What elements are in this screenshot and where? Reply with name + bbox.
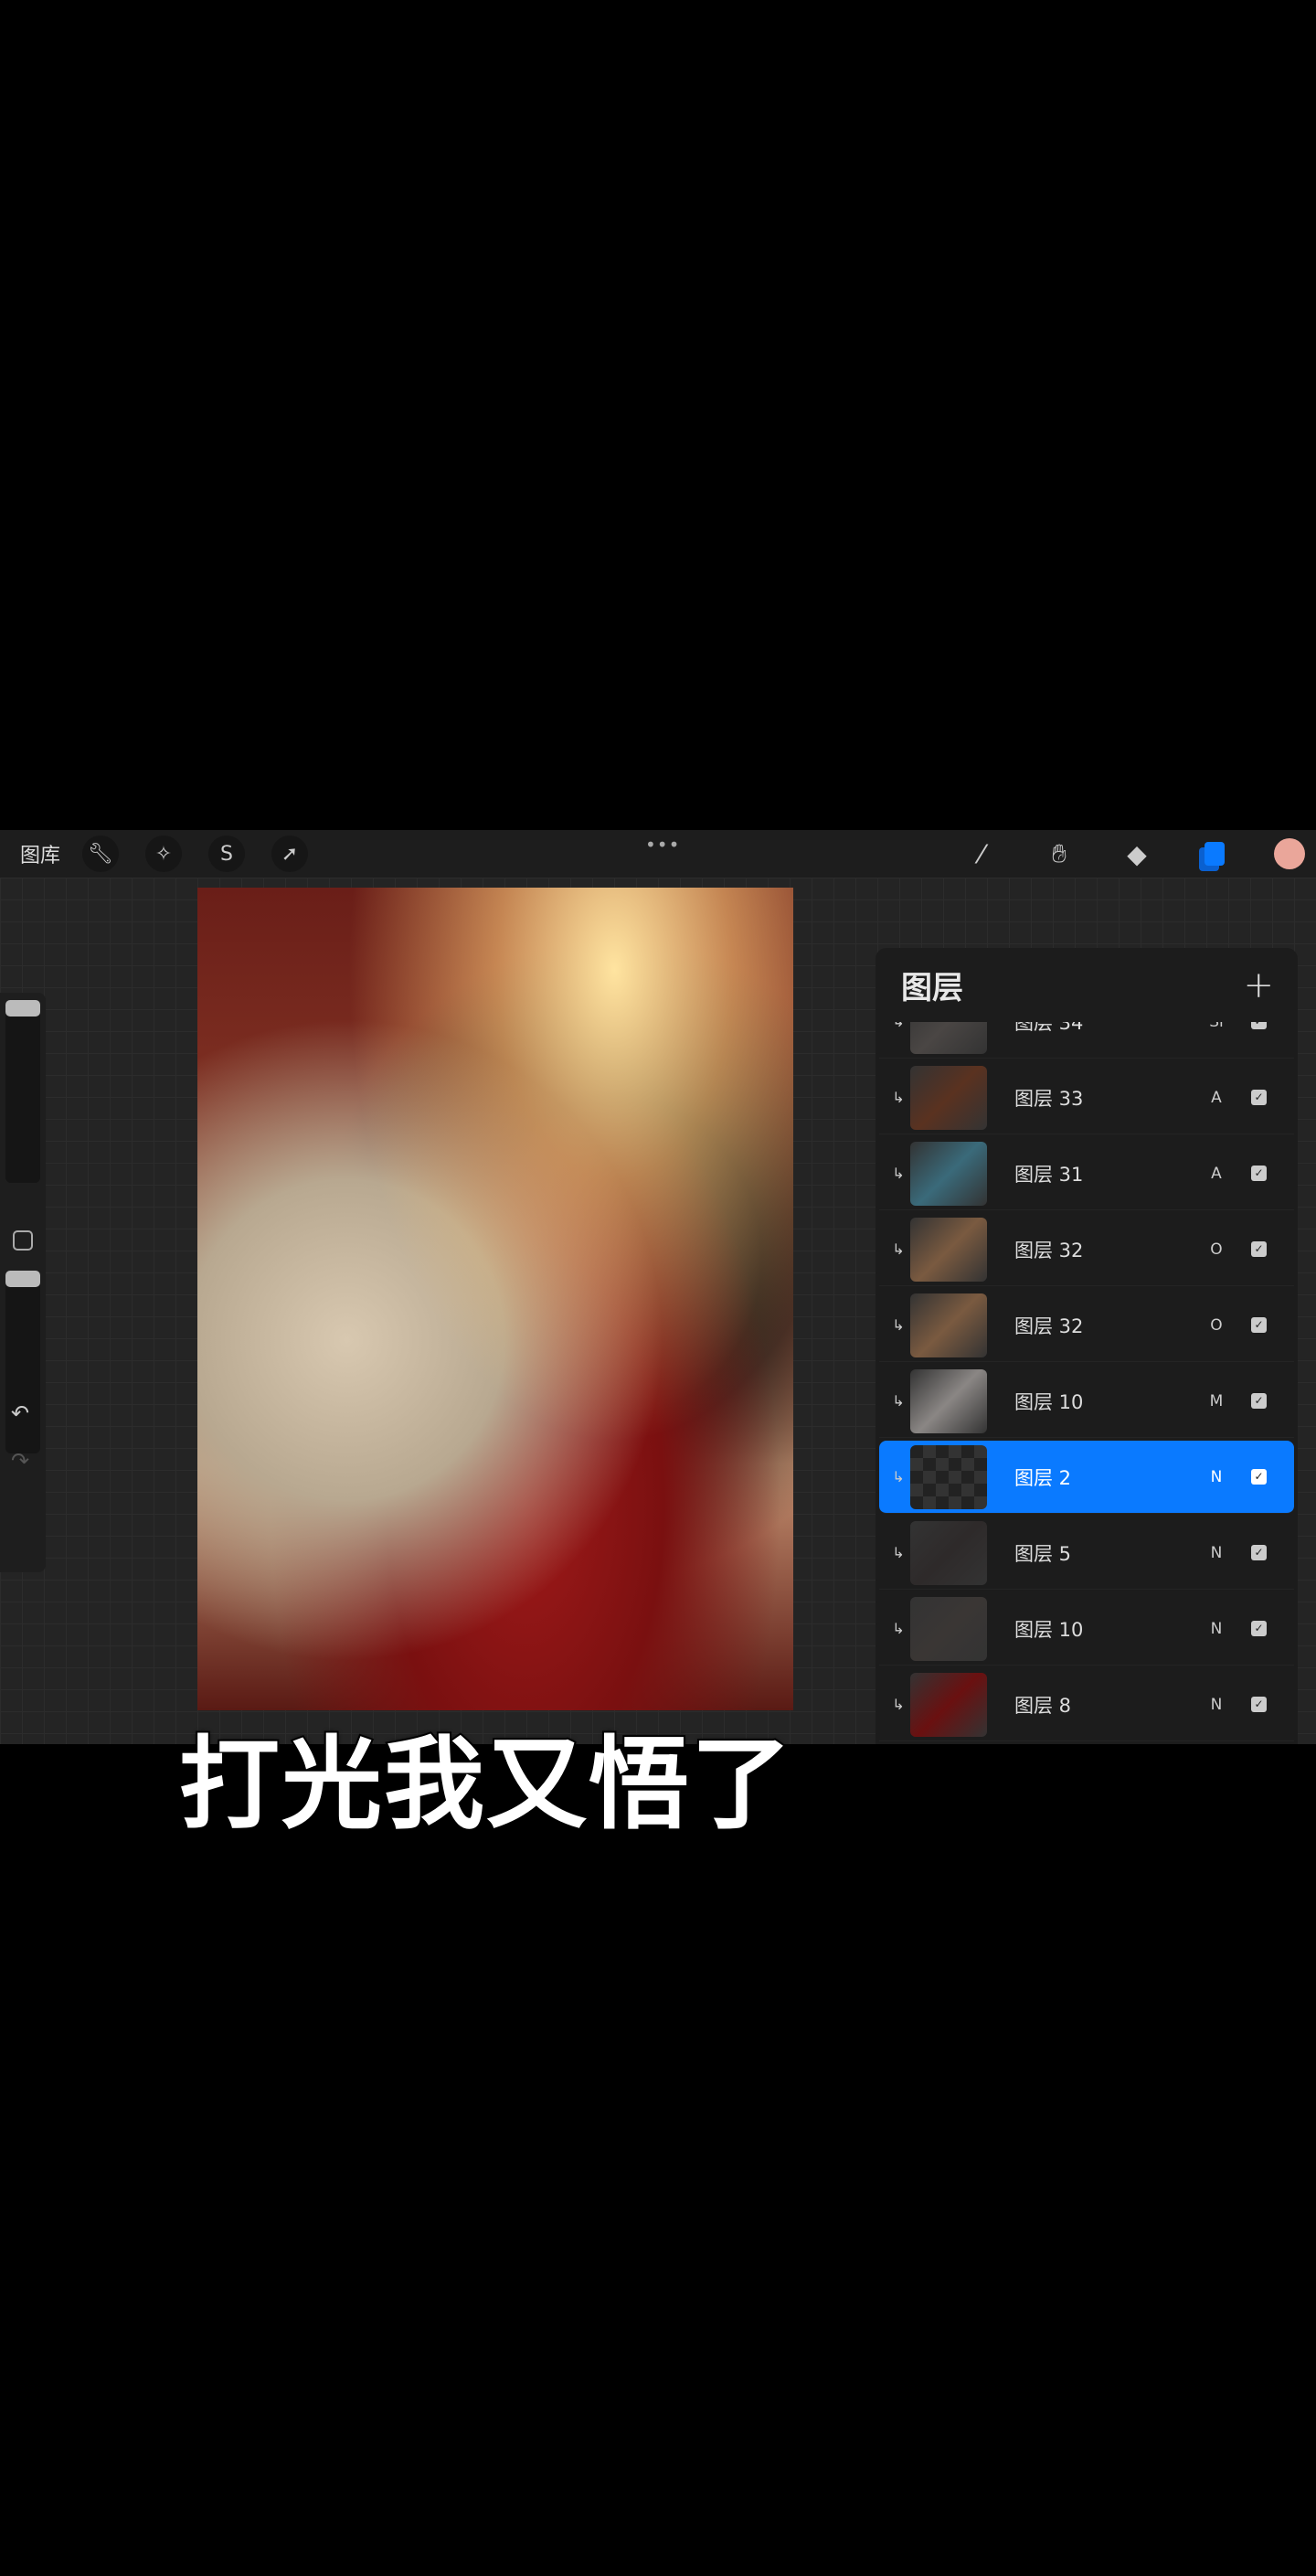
canvas-area[interactable]: ↶ ↷ 图层 + ↳ 图层 34 Sl ✓↳ 图层 33 A ✓↳ 图层 31 … — [0, 878, 1316, 1744]
procreate-app: 图库 🔧︎ ✧ S ➚ ••• ⁄ ✋︎ ◆ ↶ ↷ 图层 + ↳ 图层 34 … — [0, 830, 1316, 1744]
eraser-icon[interactable]: ◆ — [1119, 836, 1155, 872]
layer-thumbnail[interactable] — [910, 1520, 987, 1585]
visibility-checkbox[interactable]: ✓ — [1251, 1621, 1267, 1636]
visibility-checkbox[interactable]: ✓ — [1251, 1469, 1267, 1485]
blend-mode-button[interactable]: A — [1198, 1165, 1235, 1183]
layer-row[interactable]: ↳ 图层 32 O ✓ — [879, 1289, 1294, 1362]
brush-size-slider[interactable] — [5, 1000, 40, 1183]
clipping-mask-icon: ↳ — [892, 1165, 905, 1182]
visibility-checkbox[interactable]: ✓ — [1251, 1241, 1267, 1257]
color-picker-button[interactable] — [1274, 838, 1305, 869]
visibility-checkbox[interactable]: ✓ — [1251, 1545, 1267, 1560]
layer-thumbnail[interactable] — [910, 1293, 987, 1357]
layer-name: 图层 32 — [1014, 1315, 1084, 1337]
transform-icon[interactable]: ➚ — [271, 836, 309, 872]
layer-thumbnail[interactable] — [910, 1217, 987, 1282]
gallery-button[interactable]: 图库 — [20, 839, 60, 868]
layers-panel: 图层 + ↳ 图层 34 Sl ✓↳ 图层 33 A ✓↳ 图层 31 A ✓↳… — [876, 948, 1298, 1744]
more-menu-button[interactable]: ••• — [645, 834, 680, 856]
layer-row[interactable]: ↳ 图层 10 M ✓ — [879, 1365, 1294, 1438]
layer-row[interactable]: ↳ 图层 10 N ✓ — [879, 1592, 1294, 1666]
clipping-mask-icon: ↳ — [892, 1316, 905, 1334]
layer-name: 图层 33 — [1014, 1087, 1084, 1110]
add-layer-button[interactable]: + — [1243, 964, 1274, 1006]
blend-mode-button[interactable]: N — [1198, 1620, 1235, 1638]
undo-icon[interactable]: ↶ — [11, 1400, 29, 1426]
clipping-mask-icon: ↳ — [892, 1544, 905, 1561]
magic-wand-icon[interactable]: ✧ — [145, 836, 183, 872]
wrench-icon[interactable]: 🔧︎ — [82, 836, 120, 872]
layer-list[interactable]: ↳ 图层 34 Sl ✓↳ 图层 33 A ✓↳ 图层 31 A ✓↳ 图层 3… — [876, 1022, 1298, 1744]
visibility-checkbox[interactable]: ✓ — [1251, 1166, 1267, 1181]
layer-row[interactable]: ↳ 图层 31 A ✓ — [879, 1137, 1294, 1210]
layer-row[interactable]: ↳ 图层 5 N ✓ — [879, 1517, 1294, 1590]
layer-thumbnail[interactable] — [910, 1672, 987, 1737]
left-sidebar: ↶ ↷ — [0, 993, 46, 1572]
layers-icon[interactable] — [1196, 836, 1233, 872]
layer-row[interactable]: ↳ 图层 2 N ✓ — [879, 1441, 1294, 1514]
smudge-icon[interactable]: ✋︎ — [1041, 836, 1077, 872]
layer-row[interactable]: ↳ 图层 34 Sl ✓ — [879, 1022, 1294, 1059]
clipping-mask-icon: ↳ — [892, 1696, 905, 1713]
layer-thumbnail[interactable] — [910, 1596, 987, 1661]
clipping-mask-icon: ↳ — [892, 1468, 905, 1485]
modify-button[interactable] — [13, 1230, 33, 1251]
layer-name: 图层 10 — [1014, 1390, 1084, 1413]
top-toolbar: 图库 🔧︎ ✧ S ➚ ••• ⁄ ✋︎ ◆ — [0, 830, 1316, 878]
layer-name: 图层 2 — [1014, 1466, 1072, 1489]
blend-mode-button[interactable]: O — [1198, 1316, 1235, 1335]
artwork-canvas[interactable] — [197, 888, 793, 1710]
blend-mode-button[interactable]: O — [1198, 1240, 1235, 1259]
layer-thumbnail[interactable] — [910, 1444, 987, 1509]
layer-name: 图层 34 — [1014, 1022, 1084, 1034]
blend-mode-button[interactable]: N — [1198, 1468, 1235, 1486]
layer-name: 图层 5 — [1014, 1542, 1072, 1565]
blend-mode-button[interactable]: N — [1198, 1696, 1235, 1714]
layer-thumbnail[interactable] — [910, 1368, 987, 1433]
visibility-checkbox[interactable]: ✓ — [1251, 1090, 1267, 1105]
clipping-mask-icon: ↳ — [892, 1620, 905, 1637]
selection-icon[interactable]: S — [208, 836, 246, 872]
clipping-mask-icon: ↳ — [892, 1240, 905, 1258]
layer-thumbnail[interactable] — [910, 1065, 987, 1130]
layer-name: 图层 8 — [1014, 1694, 1072, 1717]
layer-row[interactable]: ↳ 图层 32 O ✓ — [879, 1213, 1294, 1286]
video-caption: 打光我又悟了 — [177, 1724, 793, 1845]
visibility-checkbox[interactable]: ✓ — [1251, 1022, 1267, 1029]
layer-row[interactable]: ↳ 图层 33 A ✓ — [879, 1061, 1294, 1134]
visibility-checkbox[interactable]: ✓ — [1251, 1317, 1267, 1333]
brush-icon[interactable]: ⁄ — [963, 836, 1000, 872]
slider-thumb[interactable] — [5, 1000, 40, 1017]
visibility-checkbox[interactable]: ✓ — [1251, 1697, 1267, 1712]
blend-mode-button[interactable]: M — [1198, 1392, 1235, 1410]
clipping-mask-icon: ↳ — [892, 1392, 905, 1410]
layer-name: 图层 32 — [1014, 1239, 1084, 1261]
clipping-mask-icon: ↳ — [886, 1022, 910, 1030]
layer-thumbnail[interactable] — [910, 1022, 987, 1054]
blend-mode-button[interactable]: N — [1198, 1544, 1235, 1562]
layer-thumbnail[interactable] — [910, 1141, 987, 1206]
layer-row[interactable]: ↳ 图层 8 N ✓ — [879, 1668, 1294, 1741]
blend-mode-button[interactable]: Sl — [1198, 1022, 1235, 1031]
visibility-checkbox[interactable]: ✓ — [1251, 1393, 1267, 1409]
slider-thumb[interactable] — [5, 1271, 40, 1287]
clipping-mask-icon: ↳ — [892, 1089, 905, 1106]
layer-name: 图层 10 — [1014, 1618, 1084, 1641]
opacity-slider[interactable] — [5, 1271, 40, 1453]
layer-name: 图层 31 — [1014, 1163, 1084, 1186]
layers-title: 图层 — [901, 970, 963, 1006]
blend-mode-button[interactable]: A — [1198, 1089, 1235, 1107]
redo-icon[interactable]: ↷ — [11, 1448, 29, 1474]
